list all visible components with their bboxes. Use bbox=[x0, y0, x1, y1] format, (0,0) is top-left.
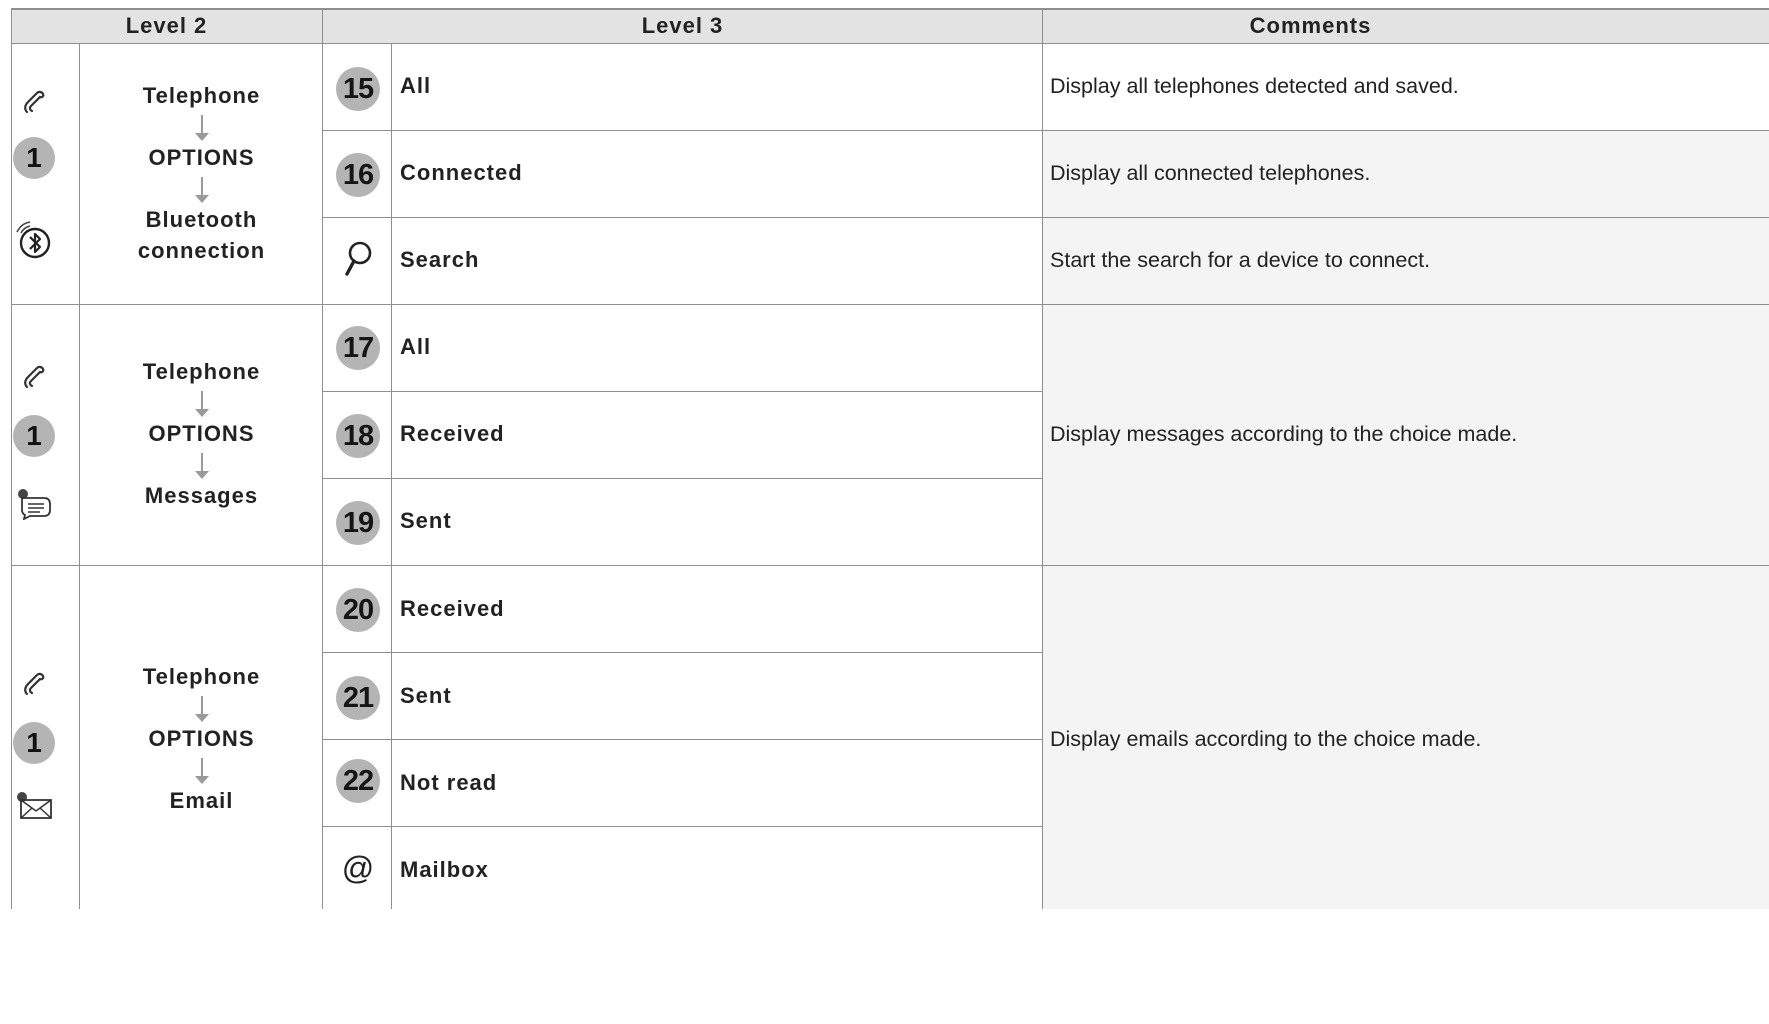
group-divider bbox=[11, 304, 1769, 305]
arrow-down-icon bbox=[194, 758, 209, 784]
arrow-down-icon bbox=[194, 453, 209, 479]
level3-item-received: Received bbox=[400, 421, 505, 446]
path-step-telephone: Telephone bbox=[142, 83, 261, 108]
row-divider bbox=[322, 391, 1043, 392]
arrow-down-icon bbox=[194, 177, 209, 203]
at-sign-icon: @ bbox=[341, 850, 375, 886]
comment-text: Display all connected telephones. bbox=[1050, 161, 1371, 185]
item-number-badge: 17 bbox=[336, 326, 380, 370]
row-divider bbox=[322, 739, 1043, 740]
column-divider bbox=[1042, 8, 1043, 909]
phone-icon bbox=[0, 90, 68, 121]
header-level-2: Level 2 bbox=[125, 13, 208, 38]
step-badge: 1 bbox=[0, 415, 68, 457]
level3-item-not-read: Not read bbox=[400, 770, 498, 795]
phone-icon bbox=[0, 365, 68, 396]
path-step-options: OPTIONS bbox=[148, 726, 255, 751]
level3-item-sent: Sent bbox=[400, 508, 452, 533]
item-number-badge: 16 bbox=[336, 153, 380, 197]
level2-path-email: Telephone OPTIONS Email bbox=[80, 661, 323, 816]
search-icon bbox=[336, 240, 380, 284]
row-divider bbox=[322, 478, 1043, 479]
header-comments: Comments bbox=[1249, 13, 1372, 38]
level2-path-messages: Telephone OPTIONS Messages bbox=[80, 356, 323, 511]
path-step-telephone: Telephone bbox=[142, 359, 261, 384]
bluetooth-icon bbox=[0, 221, 68, 268]
comment-text: Start the search for a device to connect… bbox=[1050, 248, 1431, 272]
path-step-telephone: Telephone bbox=[142, 664, 261, 689]
comment-text: Display all telephones detected and save… bbox=[1050, 74, 1459, 98]
level3-item-search: Search bbox=[400, 247, 480, 272]
row-divider bbox=[322, 130, 1769, 131]
comment-text: Display emails according to the choice m… bbox=[1050, 727, 1482, 751]
path-step-options: OPTIONS bbox=[148, 421, 255, 446]
level3-item-mailbox: Mailbox bbox=[400, 857, 489, 882]
path-step-bluetooth-connection: Bluetooth connection bbox=[137, 207, 266, 263]
column-divider bbox=[391, 43, 392, 909]
email-icon bbox=[0, 788, 68, 827]
step-badge: 1 bbox=[0, 137, 68, 179]
level3-item-received: Received bbox=[400, 596, 505, 621]
row-divider bbox=[322, 826, 1043, 827]
step-badge: 1 bbox=[0, 722, 68, 764]
messages-icon bbox=[0, 486, 68, 525]
item-number-badge: 18 bbox=[336, 414, 380, 458]
header-divider bbox=[11, 43, 1769, 44]
phone-icon bbox=[0, 672, 68, 703]
item-number-badge: 15 bbox=[336, 67, 380, 111]
arrow-down-icon bbox=[194, 115, 209, 141]
level3-item-connected: Connected bbox=[400, 160, 523, 185]
level2-path-bluetooth: Telephone OPTIONS Bluetooth connection bbox=[80, 80, 323, 266]
group-divider bbox=[11, 565, 1769, 566]
item-number-badge: 22 bbox=[336, 759, 380, 803]
comment-text: Display messages according to the choice… bbox=[1050, 422, 1518, 446]
path-step-options: OPTIONS bbox=[148, 145, 255, 170]
level3-item-all: All bbox=[400, 334, 432, 359]
arrow-down-icon bbox=[194, 391, 209, 417]
row-divider bbox=[322, 217, 1769, 218]
comment-shading bbox=[1043, 305, 1769, 909]
menu-table: Level 2 Level 3 Comments 1 Telephone OPT… bbox=[0, 0, 1769, 1024]
item-number-badge: 21 bbox=[336, 676, 380, 720]
header-level-3: Level 3 bbox=[641, 13, 724, 38]
arrow-down-icon bbox=[194, 696, 209, 722]
row-divider bbox=[322, 652, 1043, 653]
path-step-messages: Messages bbox=[144, 483, 259, 508]
item-number-badge: 19 bbox=[336, 501, 380, 545]
level3-item-all: All bbox=[400, 73, 432, 98]
path-step-email: Email bbox=[169, 788, 234, 813]
level3-item-sent: Sent bbox=[400, 683, 452, 708]
item-number-badge: 20 bbox=[336, 588, 380, 632]
